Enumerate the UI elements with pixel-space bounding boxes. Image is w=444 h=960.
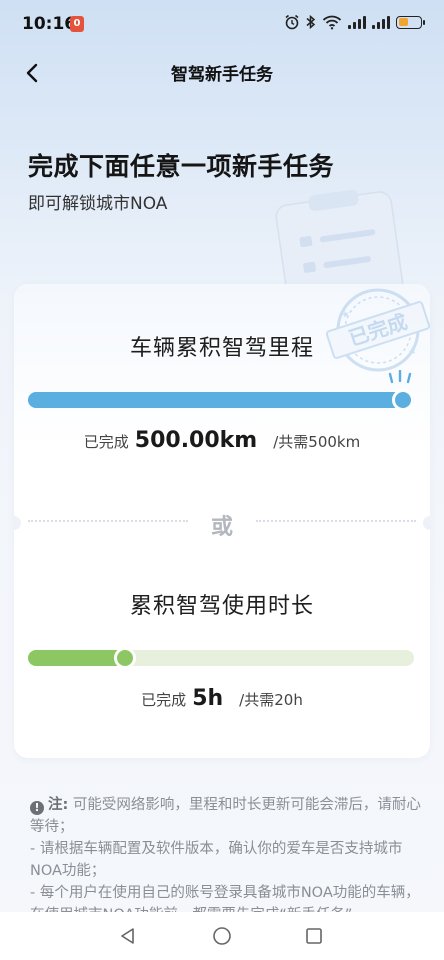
duration-value: 5h (192, 686, 224, 711)
progress-fill (28, 392, 414, 408)
system-navigation-bar (0, 912, 444, 960)
status-bar: 10:16 0 (0, 0, 444, 50)
alarm-icon (285, 14, 299, 30)
mileage-progress-bar (28, 389, 414, 411)
bluetooth-icon (306, 14, 316, 30)
note-line-1: 可能受网络影响，里程和时长更新可能会滞后，请耐心等待； (30, 797, 421, 835)
recents-square-icon[interactable] (304, 926, 324, 946)
mileage-required: /共需500km (273, 433, 361, 451)
task-title-mileage: 车辆累积智驾里程 (129, 336, 314, 361)
hero-title: 完成下面任意一项新手任务 (28, 152, 335, 181)
note-line-2: - 请根据车辆配置及软件版本，确认你的爱车是否支持城市NOA功能； (30, 841, 403, 879)
done-label: 已完成 (83, 433, 129, 451)
status-time: 10:16 (22, 14, 77, 34)
navigation-bar: 智驾新手任务 (0, 50, 444, 94)
page-title: 智驾新手任务 (171, 65, 273, 85)
info-icon: ! (30, 801, 44, 815)
back-triangle-icon[interactable] (118, 926, 138, 946)
mileage-value: 500.00km (134, 428, 258, 453)
task-card: 已完成 ★ ★ 车辆累积智驾里程 已完成 500.00km/共需500km 或 累… (14, 284, 430, 758)
duration-stat: 已完成 5h/共需20h (14, 686, 430, 711)
hero-subtitle: 即可解锁城市NOA (28, 194, 168, 214)
notes-heading: 注: (48, 797, 69, 813)
duration-progress-bar (28, 647, 414, 669)
notes-section: ! 注: 可能受网络影响，里程和时长更新可能会滞后，请耐心等待； - 请根据车辆配… (30, 794, 422, 926)
svg-text:★: ★ (341, 309, 352, 321)
status-icons (284, 14, 425, 30)
notification-badge: 0 (70, 16, 84, 32)
home-circle-icon[interactable] (212, 926, 232, 946)
progress-knob (392, 389, 414, 411)
task-title-duration: 累积智驾使用时长 (129, 594, 314, 619)
mileage-stat: 已完成 500.00km/共需500km (14, 428, 430, 453)
progress-fill (28, 650, 125, 666)
signal-icon (348, 15, 366, 29)
signal-icon (372, 15, 390, 29)
battery-icon (396, 15, 425, 29)
or-label: 或 (210, 515, 233, 540)
sparkle-icon (388, 370, 412, 384)
progress-knob (113, 647, 136, 669)
duration-required: /共需20h (239, 691, 303, 709)
wifi-icon (322, 15, 342, 30)
done-label: 已完成 (141, 691, 187, 709)
